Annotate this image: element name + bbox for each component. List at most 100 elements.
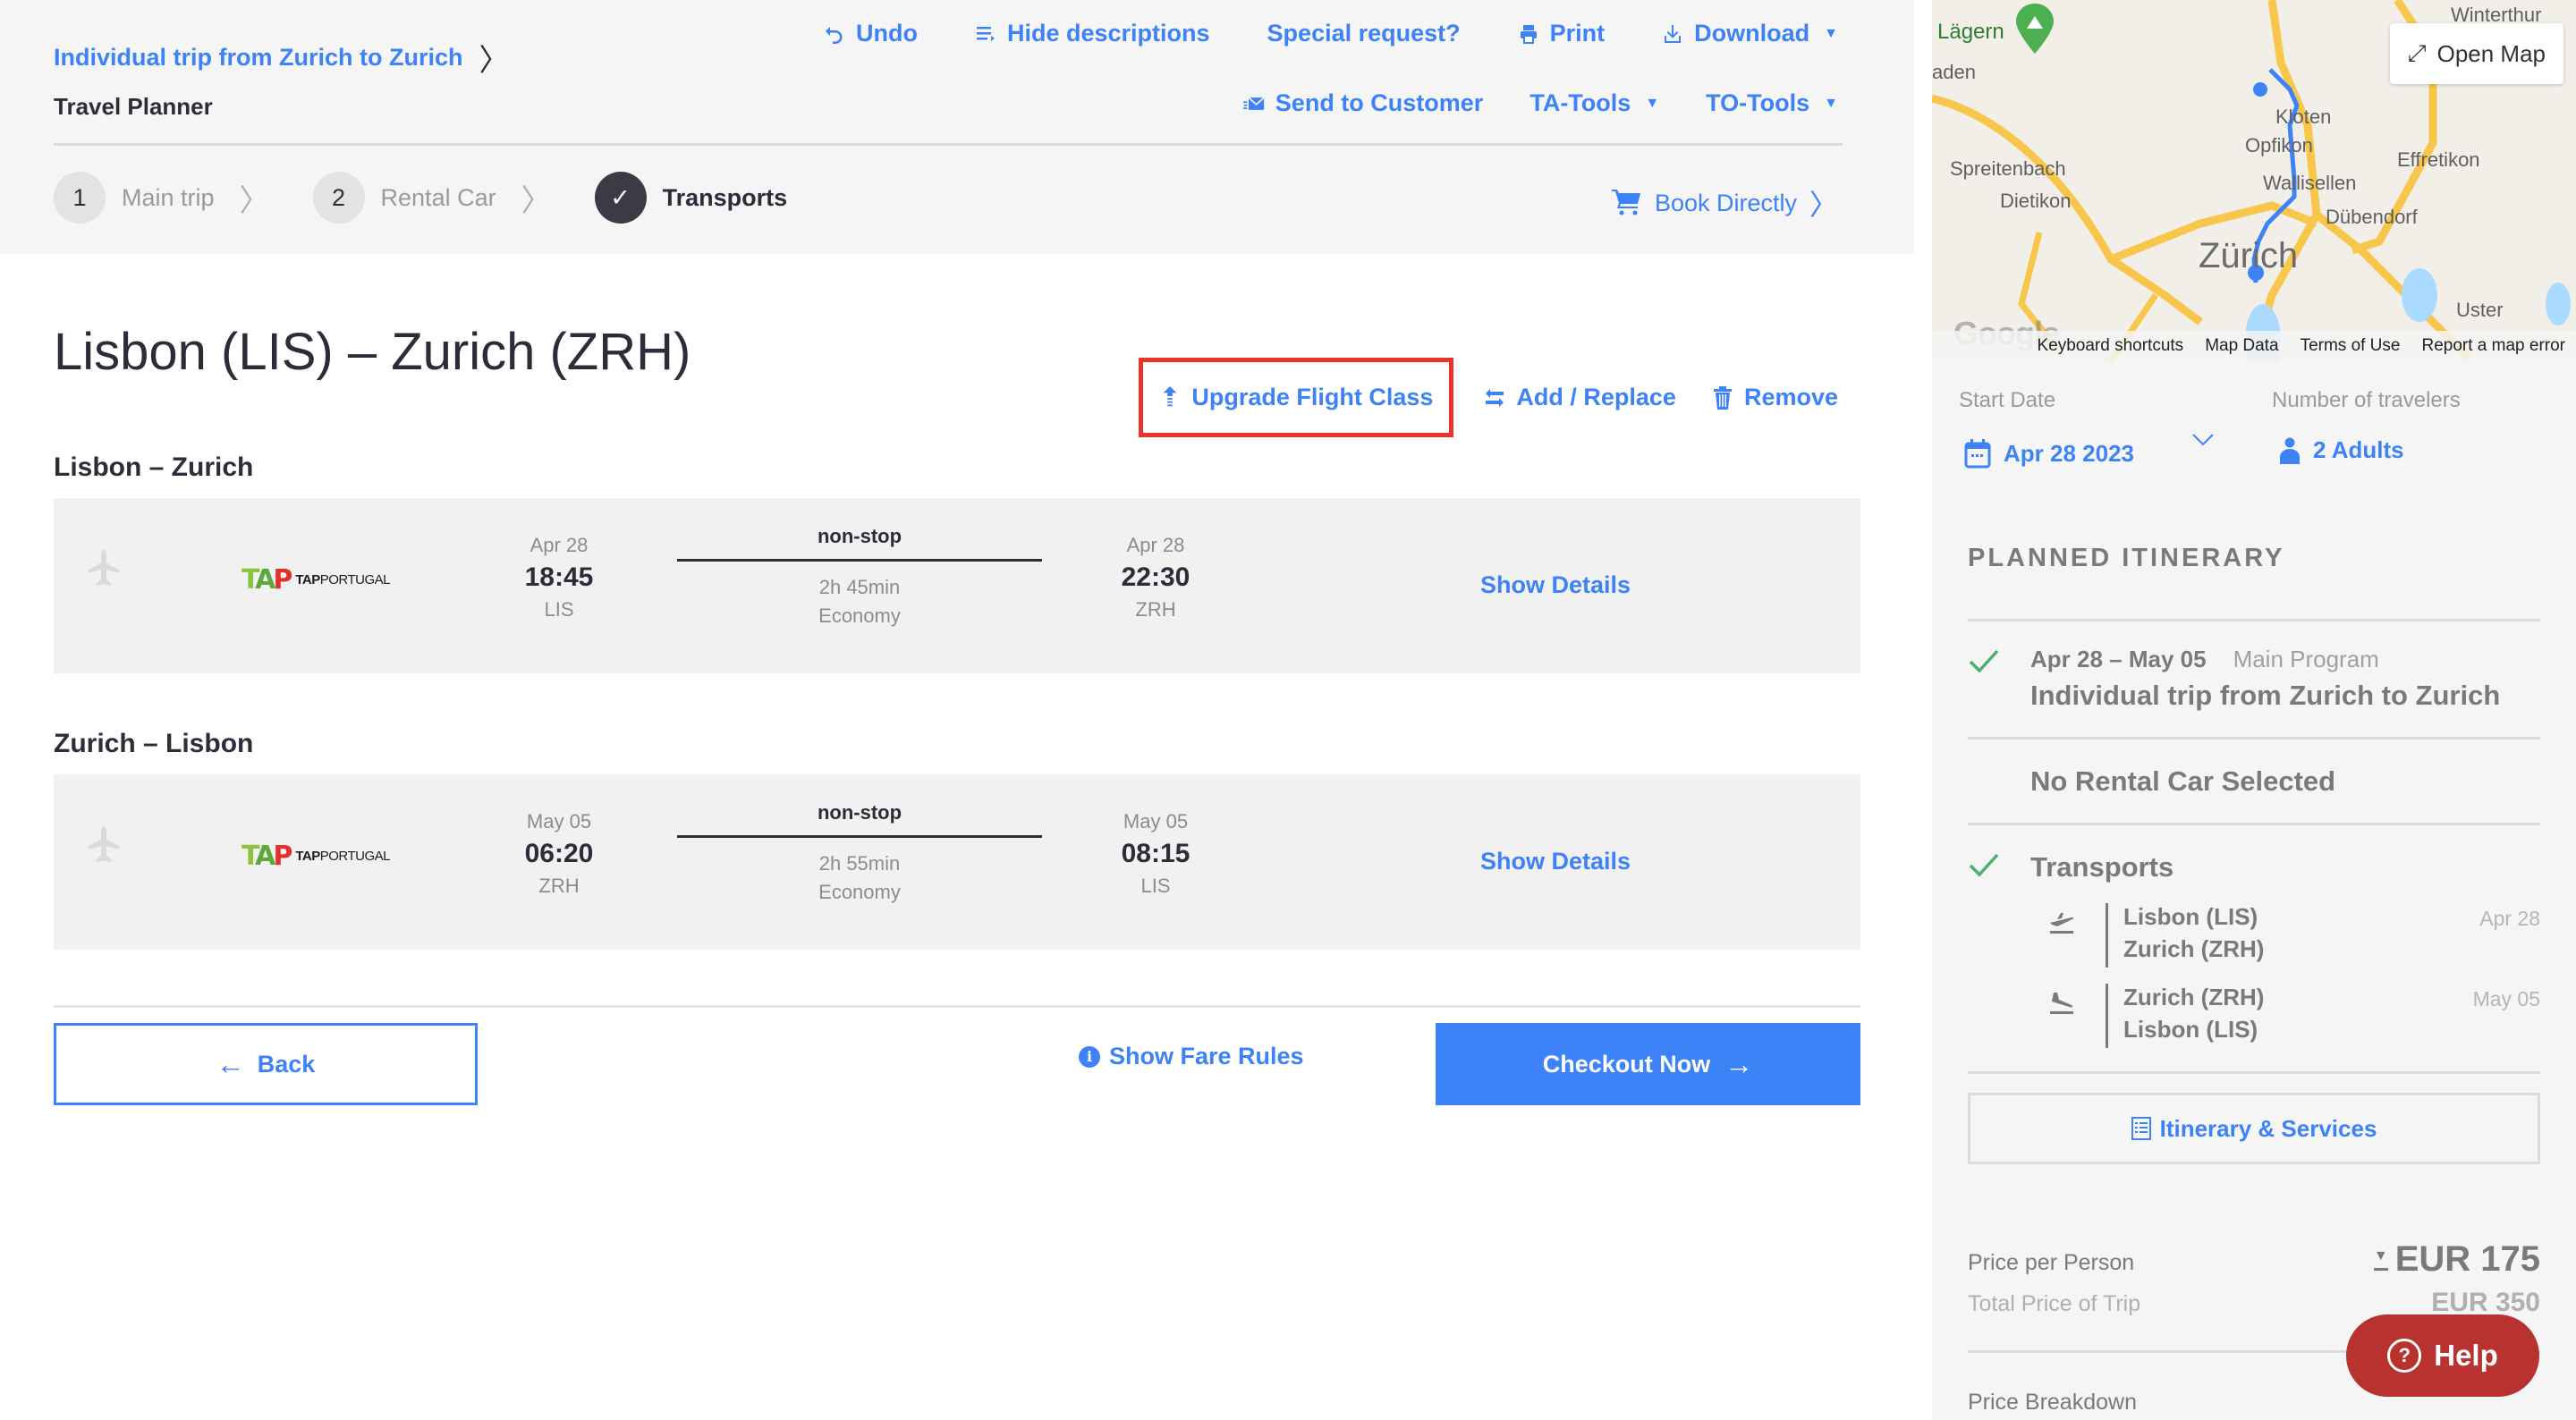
trip-sidebar: Lägern aden Kloten Opfikon Effretikon Sp… bbox=[1932, 0, 2576, 1420]
airline-name: TAPPORTUGAL bbox=[295, 849, 390, 864]
print-icon bbox=[1520, 24, 1537, 44]
arrival-time: 08:15 bbox=[1121, 839, 1191, 868]
download-icon bbox=[1665, 24, 1682, 43]
question-icon: ? bbox=[2387, 1339, 2422, 1373]
travelers-value: 2 Adults bbox=[2313, 436, 2404, 463]
undo-button[interactable]: Undo bbox=[824, 20, 918, 47]
step-rental-car[interactable]: 2 Rental Car bbox=[312, 172, 496, 224]
departure-icon bbox=[2050, 913, 2074, 934]
person-icon bbox=[2280, 437, 2300, 464]
help-label: Help bbox=[2434, 1339, 2498, 1372]
checkout-label: Checkout Now bbox=[1542, 1050, 1711, 1078]
toolbar-primary: Undo Hide descriptions Special request? … bbox=[824, 20, 1838, 47]
main-program-title[interactable]: Individual trip from Zurich to Zurich bbox=[2030, 680, 2500, 712]
keyboard-shortcuts-link[interactable]: Keyboard shortcuts bbox=[2037, 336, 2183, 356]
show-details-link[interactable]: Show Details bbox=[1480, 571, 1631, 599]
to-tools-dropdown[interactable]: TO-Tools ▼ bbox=[1706, 89, 1838, 117]
print-button[interactable]: Print bbox=[1518, 20, 1606, 47]
back-label: Back bbox=[257, 1050, 316, 1078]
cart-icon bbox=[1611, 190, 1640, 216]
price-per-person-dropdown[interactable]: ▼ EUR 175 bbox=[2373, 1239, 2540, 1280]
step-transports[interactable]: ✓ Transports bbox=[594, 172, 788, 224]
send-to-customer-label: Send to Customer bbox=[1275, 89, 1484, 116]
expand-icon: ⤢ bbox=[2407, 39, 2427, 66]
arrow-right-icon: → bbox=[1724, 1047, 1754, 1080]
report-map-error-link[interactable]: Report a map error bbox=[2421, 336, 2565, 356]
open-map-button[interactable]: ⤢ Open Map bbox=[2389, 23, 2563, 84]
transports-label: Transports bbox=[2030, 851, 2174, 883]
step-number: 1 bbox=[54, 172, 106, 224]
travelers-label: Number of travelers bbox=[2272, 388, 2461, 412]
airplane-icon bbox=[89, 826, 119, 862]
segment-bar bbox=[2106, 984, 2108, 1048]
chevron-right-icon: 〉 bbox=[479, 44, 510, 78]
duration: 2h 55min bbox=[818, 852, 901, 875]
help-button[interactable]: ? Help bbox=[2346, 1314, 2539, 1397]
add-replace-button[interactable]: Add / Replace bbox=[1484, 384, 1676, 411]
show-fare-rules-link[interactable]: i Show Fare Rules bbox=[1079, 1043, 1304, 1070]
undo-icon bbox=[826, 26, 843, 44]
breadcrumb[interactable]: Individual trip from Zurich to Zurich 〉 bbox=[54, 36, 510, 80]
tap-logo-mark: TAP bbox=[242, 564, 292, 596]
download-label: Download bbox=[1694, 20, 1810, 46]
map-label: Kloten bbox=[2275, 106, 2332, 128]
special-request-button[interactable]: Special request? bbox=[1267, 20, 1461, 47]
itinerary-services-button[interactable]: Itinerary & Services bbox=[1968, 1093, 2540, 1164]
arrival-date: May 05 bbox=[1123, 810, 1189, 833]
download-dropdown[interactable]: Download ▼ bbox=[1662, 20, 1838, 47]
duration: 2h 45min bbox=[818, 576, 901, 598]
total-price-label: Total Price of Trip bbox=[1968, 1291, 2141, 1316]
map-label: Opfikon bbox=[2245, 134, 2313, 156]
segment-from: Zurich (ZRH) bbox=[2123, 984, 2265, 1010]
departure-time: 18:45 bbox=[524, 562, 594, 592]
map-footer: Keyboard shortcuts Map Data Terms of Use… bbox=[1932, 331, 2576, 361]
breadcrumb-link[interactable]: Individual trip from Zurich to Zurich bbox=[54, 44, 463, 72]
show-details-link[interactable]: Show Details bbox=[1480, 848, 1631, 875]
caret-down-icon: ▼ bbox=[1824, 95, 1838, 111]
terms-of-use-link[interactable]: Terms of Use bbox=[2301, 336, 2401, 356]
map-label: Dübendorf bbox=[2326, 206, 2418, 228]
print-label: Print bbox=[1549, 20, 1606, 46]
fare-rules-label: Show Fare Rules bbox=[1109, 1043, 1304, 1069]
special-request-label: Special request? bbox=[1267, 20, 1461, 46]
book-directly-button[interactable]: Book Directly 〉 bbox=[1611, 182, 1838, 224]
price-per-person-value: EUR 175 bbox=[2394, 1239, 2540, 1279]
info-icon: i bbox=[1079, 1045, 1100, 1068]
rental-car-status: No Rental Car Selected bbox=[2030, 765, 2336, 797]
back-button[interactable]: ← Back bbox=[54, 1023, 478, 1105]
add-replace-label: Add / Replace bbox=[1516, 384, 1676, 410]
start-date-picker[interactable]: Apr 28 2023 bbox=[1964, 438, 2134, 469]
segment-bar bbox=[2106, 903, 2108, 968]
transport-segment[interactable]: Zurich (ZRH) Lisbon (LIS) May 05 bbox=[2030, 984, 2540, 1048]
ta-tools-dropdown[interactable]: TA-Tools ▼ bbox=[1530, 89, 1659, 117]
upgrade-label: Upgrade Flight Class bbox=[1191, 384, 1434, 410]
remove-button[interactable]: Remove bbox=[1712, 384, 1838, 411]
step-label: Transports bbox=[662, 183, 788, 211]
leg-title: Zurich – Lisbon bbox=[54, 729, 254, 758]
route-map[interactable]: Lägern aden Kloten Opfikon Effretikon Sp… bbox=[1932, 0, 2576, 361]
start-date-value: Apr 28 2023 bbox=[2004, 439, 2134, 467]
hide-descriptions-button[interactable]: Hide descriptions bbox=[975, 20, 1210, 47]
step-label: Main trip bbox=[122, 183, 215, 211]
transport-segment[interactable]: Lisbon (LIS) Zurich (ZRH) Apr 28 bbox=[2030, 903, 2540, 968]
toolbar-secondary: Send to Customer TA-Tools ▼ TO-Tools ▼ bbox=[1242, 89, 1838, 117]
travelers-selector[interactable]: 2 Adults bbox=[2279, 436, 2404, 464]
checkout-button[interactable]: Checkout Now → bbox=[1436, 1023, 1860, 1105]
page-title: Travel Planner bbox=[54, 93, 213, 120]
chevron-down-icon[interactable] bbox=[2191, 433, 2215, 447]
list-icon bbox=[977, 26, 995, 41]
step-main-trip[interactable]: 1 Main trip bbox=[54, 172, 215, 224]
route-line bbox=[677, 835, 1042, 838]
segment-to: Zurich (ZRH) bbox=[2123, 935, 2265, 962]
swap-icon bbox=[1486, 388, 1504, 407]
send-to-customer-button[interactable]: Send to Customer bbox=[1242, 89, 1484, 117]
itinerary-heading: PLANNED ITINERARY bbox=[1968, 544, 2285, 572]
airline-name: TAPPORTUGAL bbox=[295, 572, 390, 587]
upgrade-flight-class-button[interactable]: Upgrade Flight Class bbox=[1139, 358, 1454, 437]
departure-time: 06:20 bbox=[524, 839, 594, 868]
check-icon bbox=[1969, 853, 1999, 877]
arrival-info: Apr 28 22:30 ZRH bbox=[1102, 534, 1209, 621]
price-breakdown-label[interactable]: Price Breakdown bbox=[1968, 1390, 2137, 1416]
map-data-link[interactable]: Map Data bbox=[2205, 336, 2278, 356]
to-tools-label: TO-Tools bbox=[1706, 89, 1810, 116]
